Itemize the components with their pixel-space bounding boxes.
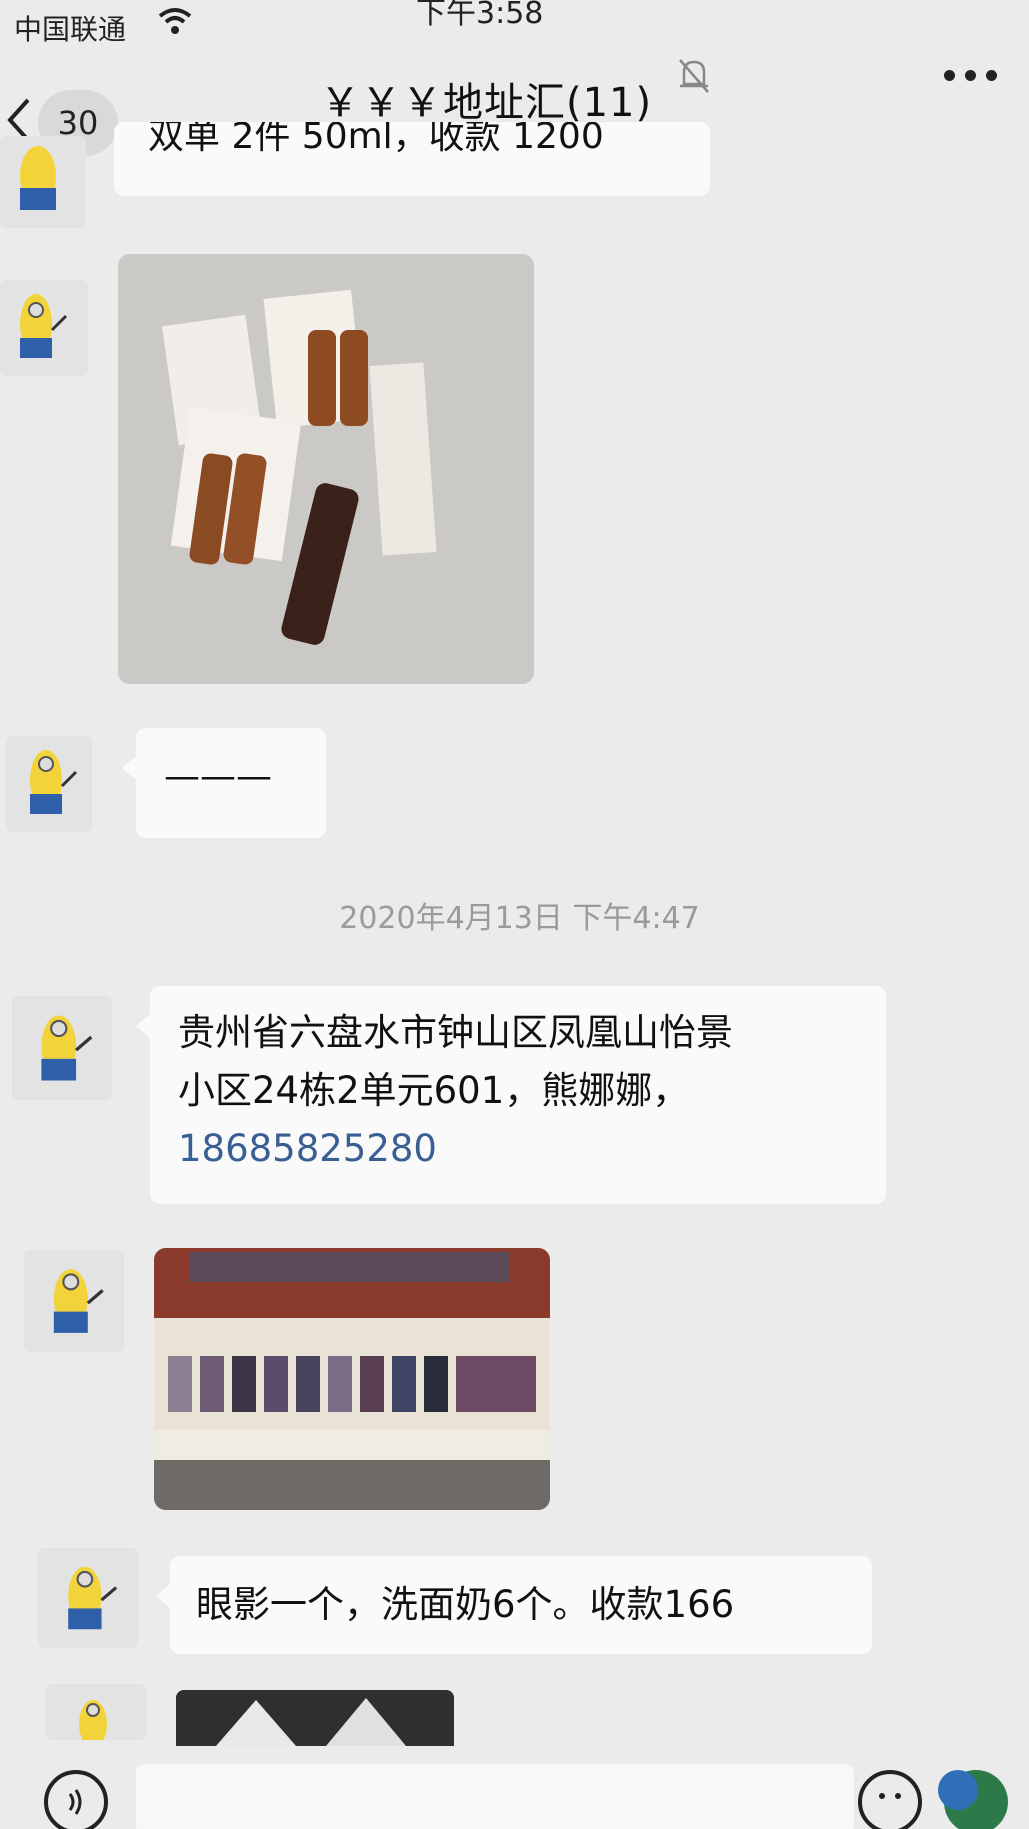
status-time: 下午3:58 — [416, 0, 544, 31]
eyeshadow-photo — [154, 1248, 550, 1510]
more-dot — [944, 70, 955, 81]
voice-wave-icon — [68, 1789, 82, 1815]
minion-avatar-icon — [79, 1700, 107, 1740]
avatar[interactable] — [38, 1548, 138, 1648]
address-line-1: 贵州省六盘水市钟山区凤凰山怡景 — [178, 1011, 733, 1054]
chat-screen: 中国联通 下午3:58 30 ￥￥￥地址汇(11) 双单 2件 50ml，收款 … — [0, 0, 1029, 1829]
product-image[interactable] — [154, 1248, 550, 1510]
avatar[interactable] — [6, 736, 92, 832]
minion-avatar-icon — [41, 1015, 93, 1081]
message-bubble[interactable]: 双单 2件 50ml，收款 1200 — [114, 122, 710, 196]
avatar[interactable] — [0, 136, 86, 228]
input-bar — [0, 1748, 1029, 1829]
product-image[interactable] — [176, 1690, 454, 1746]
avatar[interactable] — [24, 1250, 124, 1352]
minion-avatar-icon — [20, 146, 56, 210]
wifi-icon — [158, 8, 192, 34]
message-bubble[interactable]: 贵州省六盘水市钟山区凤凰山怡景 小区24栋2单元601，熊娜娜， 1868582… — [136, 986, 886, 1204]
message-text: 眼影一个，洗面奶6个。收款166 — [196, 1583, 735, 1626]
more-dot — [986, 70, 997, 81]
emoji-icon[interactable] — [858, 1770, 922, 1829]
minion-avatar-icon — [30, 750, 78, 814]
minion-avatar-icon — [68, 1566, 118, 1630]
clarins-photo — [118, 254, 534, 684]
carrier-label: 中国联通 — [14, 13, 127, 46]
address-line-2: 小区24栋2单元601，熊娜娜， — [178, 1069, 690, 1112]
message-input[interactable] — [136, 1764, 854, 1829]
message-text: ——— — [164, 756, 272, 797]
overlay-app-icon — [938, 1770, 978, 1810]
smile-icon — [879, 1793, 901, 1799]
more-button[interactable] — [936, 56, 1006, 96]
message-text: 双单 2件 50ml，收款 1200 — [148, 122, 604, 157]
status-bar: 中国联通 下午3:58 — [0, 0, 1029, 58]
chat-timestamp: 2020年4月13日 下午4:47 — [339, 901, 700, 936]
bell-muted-icon — [679, 59, 709, 93]
partial-photo — [176, 1690, 454, 1746]
avatar[interactable] — [0, 280, 88, 376]
phone-number-link[interactable]: 18685825280 — [178, 1120, 886, 1178]
minion-avatar-icon — [53, 1269, 104, 1333]
avatar[interactable] — [12, 996, 112, 1100]
more-dot — [965, 70, 976, 81]
message-bubble[interactable]: ——— — [122, 728, 326, 838]
avatar[interactable] — [46, 1684, 146, 1740]
message-bubble[interactable]: 眼影一个，洗面奶6个。收款166 — [156, 1556, 872, 1654]
minion-avatar-icon — [20, 294, 68, 358]
voice-icon[interactable] — [44, 1770, 108, 1829]
plus-icon[interactable] — [938, 1770, 1008, 1829]
chat-title: ￥￥￥地址汇(11) — [320, 80, 653, 126]
product-image[interactable] — [118, 254, 534, 684]
